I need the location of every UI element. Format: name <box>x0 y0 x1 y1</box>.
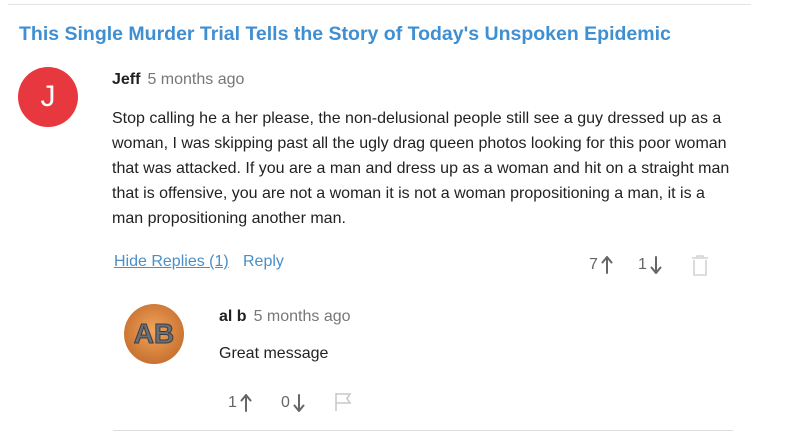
upvote-count: 7 <box>589 256 598 273</box>
downvote-button[interactable]: 1 <box>638 256 662 274</box>
article-title[interactable]: This Single Murder Trial Tells the Story… <box>19 23 671 46</box>
top-divider <box>8 4 751 5</box>
reply-avatar: AB <box>124 304 184 364</box>
avatar-image: AB <box>124 304 184 364</box>
comment-text: Stop calling he a her please, the non-de… <box>112 110 730 227</box>
comment-time: 5 months ago <box>147 71 245 88</box>
reply-author[interactable]: al b <box>219 308 247 325</box>
arrow-up-icon <box>601 256 613 274</box>
bottom-divider <box>113 430 733 431</box>
reply-upvote-count: 1 <box>228 394 237 411</box>
svg-text:AB: AB <box>134 318 174 349</box>
arrow-down-icon <box>650 256 662 274</box>
comment-author[interactable]: Jeff <box>112 71 140 88</box>
downvote-count: 1 <box>638 256 647 273</box>
avatar-letter: J <box>40 80 56 113</box>
trash-icon[interactable] <box>690 254 710 276</box>
arrow-up-icon <box>240 394 252 412</box>
reply-meta: al b 5 months ago <box>219 308 351 326</box>
hide-replies-link[interactable]: Hide Replies (1) <box>114 253 229 271</box>
reply-link[interactable]: Reply <box>243 253 284 271</box>
upvote-button[interactable]: 7 <box>589 256 613 274</box>
arrow-down-icon <box>293 394 305 412</box>
reply-text: Great message <box>219 345 329 362</box>
reply-downvote-button[interactable]: 0 <box>281 394 305 412</box>
reply-upvote-button[interactable]: 1 <box>228 394 252 412</box>
flag-icon[interactable] <box>334 392 354 412</box>
avatar: J <box>18 67 78 127</box>
comment-meta: Jeff 5 months ago <box>112 71 244 89</box>
reply-time: 5 months ago <box>253 308 351 325</box>
reply-downvote-count: 0 <box>281 394 290 411</box>
